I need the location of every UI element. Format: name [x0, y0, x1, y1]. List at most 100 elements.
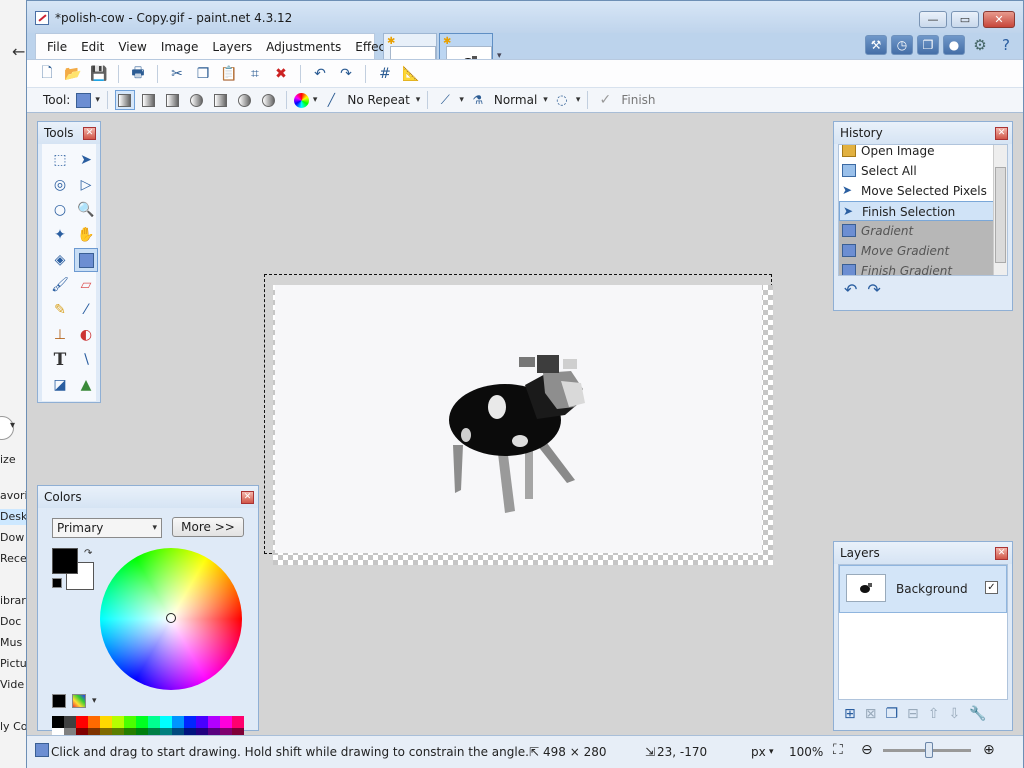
zoom-in-icon[interactable]: ⊕: [983, 742, 995, 758]
magic-wand-tool-icon[interactable]: ✦: [48, 223, 72, 247]
color-mode-select[interactable]: Primary ▾: [52, 518, 162, 538]
tools-panel-header[interactable]: Tools ✕: [38, 122, 100, 144]
layers-panel-header[interactable]: Layers ✕: [834, 542, 1012, 564]
antialiasing-icon[interactable]: ⟋: [435, 90, 455, 110]
menu-image[interactable]: Image: [154, 40, 206, 54]
spiral-ccw-gradient-button[interactable]: [259, 90, 279, 110]
history-item-current[interactable]: ➤ Finish Selection: [839, 201, 1007, 221]
text-tool-icon[interactable]: T: [48, 348, 72, 372]
selection-clipping-icon[interactable]: ◌: [552, 90, 572, 110]
crop-icon[interactable]: ⌗: [245, 64, 265, 84]
help-icon[interactable]: ?: [995, 35, 1017, 55]
selection-clipping-dropdown-icon[interactable]: ▾: [576, 95, 581, 105]
tools-panel-close-button[interactable]: ✕: [83, 127, 96, 140]
menu-edit[interactable]: Edit: [74, 40, 111, 54]
default-palette-icon[interactable]: [52, 694, 66, 708]
colors-toggle-icon[interactable]: ●: [943, 35, 965, 55]
nav-item-downloads[interactable]: Dow: [0, 530, 28, 546]
units-select[interactable]: px: [751, 745, 766, 759]
lasso-select-tool-icon[interactable]: ◎: [48, 173, 72, 197]
history-item-undone[interactable]: Move Gradient: [839, 241, 1007, 261]
repeat-mode-dropdown-icon[interactable]: ▾: [416, 95, 421, 105]
nav-item-pictures[interactable]: Pictu: [0, 656, 28, 672]
reset-colors-icon[interactable]: [52, 578, 62, 588]
tool-dropdown-icon[interactable]: ▾: [95, 95, 100, 105]
merge-layer-down-icon[interactable]: ⊟: [907, 706, 919, 722]
nav-item-documents[interactable]: Doc: [0, 614, 28, 630]
nav-item-favorites[interactable]: avori: [0, 488, 28, 504]
undo-icon[interactable]: ↶: [310, 64, 330, 84]
antialiasing-dropdown-icon[interactable]: ▾: [459, 95, 464, 105]
title-bar[interactable]: *polish-cow - Copy.gif - paint.net 4.3.1…: [27, 1, 1023, 33]
layers-panel-close-button[interactable]: ✕: [995, 547, 1008, 560]
move-layer-down-icon[interactable]: ⇩: [949, 706, 961, 722]
nav-item-recent[interactable]: Rece: [0, 551, 28, 567]
line-curve-tool-icon[interactable]: ∖: [74, 348, 98, 372]
print-icon[interactable]: 🖶: [128, 64, 148, 84]
close-button[interactable]: ✕: [983, 11, 1015, 28]
delete-layer-icon[interactable]: ⊠: [865, 706, 877, 722]
zoom-level[interactable]: 100%: [789, 745, 823, 759]
rectangle-select-tool-icon[interactable]: ⬚: [48, 148, 72, 172]
paste-icon[interactable]: 📋: [219, 64, 239, 84]
nav-item-computer[interactable]: ly Co: [0, 719, 28, 735]
ruler-icon[interactable]: 📐: [401, 64, 421, 84]
radial-gradient-button[interactable]: [187, 90, 207, 110]
chevron-down-icon[interactable]: ▾: [92, 696, 97, 706]
colors-panel-close-button[interactable]: ✕: [241, 491, 254, 504]
nav-item-desktop[interactable]: Desk: [0, 509, 28, 525]
eraser-tool-icon[interactable]: ▱: [74, 273, 98, 297]
maximize-button[interactable]: ▭: [951, 11, 979, 28]
history-item[interactable]: Select All: [839, 161, 1007, 181]
save-icon[interactable]: 💾: [89, 64, 109, 84]
shapes-tool-icon[interactable]: ◪: [48, 373, 72, 397]
ellipse-select-tool-icon[interactable]: ○: [48, 198, 72, 222]
copy-icon[interactable]: ❐: [193, 64, 213, 84]
add-layer-icon[interactable]: ⊞: [844, 706, 856, 722]
spiral-cw-gradient-button[interactable]: [235, 90, 255, 110]
back-arrow-icon[interactable]: ←: [12, 42, 25, 61]
pencil-tool-icon[interactable]: ✎: [48, 298, 72, 322]
primary-color-swatch[interactable]: [52, 548, 78, 574]
paint-bucket-tool-icon[interactable]: ◈: [48, 248, 72, 272]
menu-adjustments[interactable]: Adjustments: [259, 40, 348, 54]
history-item[interactable]: Open Image: [839, 145, 1007, 161]
layers-toggle-icon[interactable]: ❐: [917, 35, 939, 55]
duplicate-layer-icon[interactable]: ❐: [885, 706, 898, 722]
conical-gradient-button[interactable]: [211, 90, 231, 110]
linear-diamond-gradient-button[interactable]: [163, 90, 183, 110]
history-item-undone[interactable]: Gradient: [839, 221, 1007, 241]
color-picker-tool-icon[interactable]: ⁄: [74, 298, 98, 322]
layer-visibility-checkbox[interactable]: ✓: [985, 581, 998, 594]
colors-panel-header[interactable]: Colors ✕: [38, 486, 258, 508]
open-file-icon[interactable]: 📂: [63, 64, 83, 84]
history-panel-close-button[interactable]: ✕: [995, 127, 1008, 140]
deselect-icon[interactable]: ✖: [271, 64, 291, 84]
finish-check-icon[interactable]: ✓: [595, 90, 615, 110]
menu-file[interactable]: File: [40, 40, 74, 54]
chevron-down-icon[interactable]: ▾: [10, 420, 15, 431]
canvas-workspace[interactable]: Tools ✕ ⬚ ➤ ◎ ▷ ○ 🔍 ✦ ✋ ◈ 🖌 ▱ ✎ ⁄ ⊥ ◐ T: [27, 113, 1023, 740]
cut-icon[interactable]: ✂: [167, 64, 187, 84]
history-undo-icon[interactable]: ↶: [844, 280, 857, 299]
history-item[interactable]: ➤ Move Selected Pixels: [839, 181, 1007, 201]
history-item-undone[interactable]: Finish Gradient: [839, 261, 1007, 275]
new-file-icon[interactable]: 🗋: [37, 64, 57, 84]
blend-mode-dropdown-icon[interactable]: ▾: [543, 95, 548, 105]
minimize-button[interactable]: —: [919, 11, 947, 28]
redo-icon[interactable]: ↷: [336, 64, 356, 84]
nav-item-libraries[interactable]: ibrari: [0, 593, 28, 609]
move-layer-up-icon[interactable]: ⇧: [928, 706, 940, 722]
nav-item-music[interactable]: Mus: [0, 635, 28, 651]
color-mode-icon[interactable]: [293, 92, 309, 108]
zoom-slider-thumb[interactable]: [925, 742, 933, 758]
menu-layers[interactable]: Layers: [205, 40, 259, 54]
linear-reflected-gradient-button[interactable]: [139, 90, 159, 110]
settings-gear-icon[interactable]: ⚙: [969, 35, 991, 55]
history-toggle-icon[interactable]: ◷: [891, 35, 913, 55]
scrollbar-thumb[interactable]: [995, 167, 1006, 263]
finish-button[interactable]: Finish: [619, 93, 657, 107]
paintbrush-tool-icon[interactable]: 🖌: [48, 273, 72, 297]
history-redo-icon[interactable]: ↷: [867, 280, 880, 299]
move-selection-tool-icon[interactable]: ▷: [74, 173, 98, 197]
